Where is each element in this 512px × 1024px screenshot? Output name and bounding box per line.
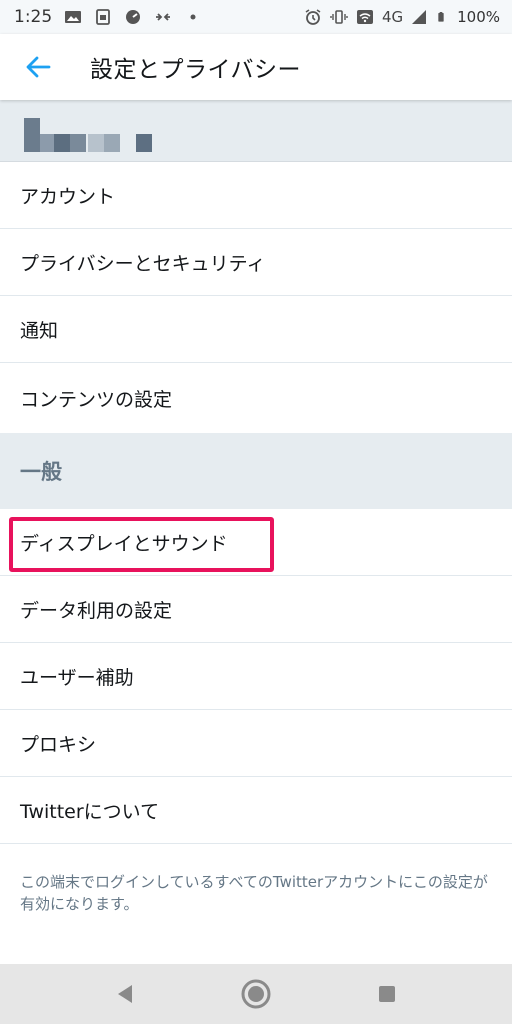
triangle-back-icon <box>118 985 133 1003</box>
obscured-account-name <box>24 118 164 152</box>
signal-icon <box>412 10 427 24</box>
nav-home-button[interactable] <box>236 974 276 1014</box>
data-saver-icon <box>156 13 171 21</box>
arrow-left-icon <box>26 56 51 78</box>
app-header: 設定とプライバシー <box>0 34 512 100</box>
row-accessibility[interactable]: ユーザー補助 <box>0 643 512 710</box>
row-label: Twitterについて <box>20 800 160 823</box>
network-type: 4G <box>381 7 404 26</box>
account-header <box>0 100 512 162</box>
page-title: 設定とプライバシー <box>90 57 302 83</box>
row-label: コンテンツの設定 <box>20 388 173 411</box>
row-label: ユーザー補助 <box>20 666 134 689</box>
wifi-icon <box>356 10 373 24</box>
circle-home-icon <box>241 979 271 1009</box>
row-label: 通知 <box>20 319 59 342</box>
nav-recent-button[interactable] <box>367 974 407 1014</box>
vibrate-icon <box>330 10 348 24</box>
row-label: ディスプレイとサウンド <box>20 532 228 555</box>
row-label: プロキシ <box>20 733 97 756</box>
sim-card-icon <box>96 9 111 25</box>
section-header-general: 一般 <box>0 433 512 509</box>
row-proxy[interactable]: プロキシ <box>0 710 512 777</box>
system-nav-bar <box>0 964 512 1024</box>
footer-note: この端末でログインしているすべてのTwitterアカウントにこの設定が有効になり… <box>20 873 488 913</box>
back-button[interactable] <box>0 34 76 100</box>
row-account[interactable]: アカウント <box>0 162 512 229</box>
speedometer-icon <box>126 10 141 24</box>
row-label: アカウント <box>20 185 116 208</box>
square-recent-icon <box>378 986 395 1002</box>
nav-back-button[interactable] <box>105 974 145 1014</box>
battery-icon <box>438 12 444 22</box>
status-bar: 1:25 4G 100% <box>0 0 512 34</box>
row-data-usage[interactable]: データ利用の設定 <box>0 576 512 643</box>
dot-icon <box>190 14 196 20</box>
row-content-settings[interactable]: コンテンツの設定 <box>0 363 512 433</box>
row-display-sound[interactable]: ディスプレイとサウンド <box>0 509 512 576</box>
status-time: 1:25 <box>14 7 53 27</box>
row-privacy-security[interactable]: プライバシーとセキュリティ <box>0 229 512 296</box>
image-icon <box>65 11 82 23</box>
battery-percent: 100% <box>457 8 500 26</box>
row-about-twitter[interactable]: Twitterについて <box>0 777 512 844</box>
row-label: プライバシーとセキュリティ <box>20 252 266 275</box>
row-label: データ利用の設定 <box>20 599 173 622</box>
row-notifications[interactable]: 通知 <box>0 296 512 363</box>
alarm-icon <box>305 9 321 25</box>
section-label: 一般 <box>20 460 62 484</box>
